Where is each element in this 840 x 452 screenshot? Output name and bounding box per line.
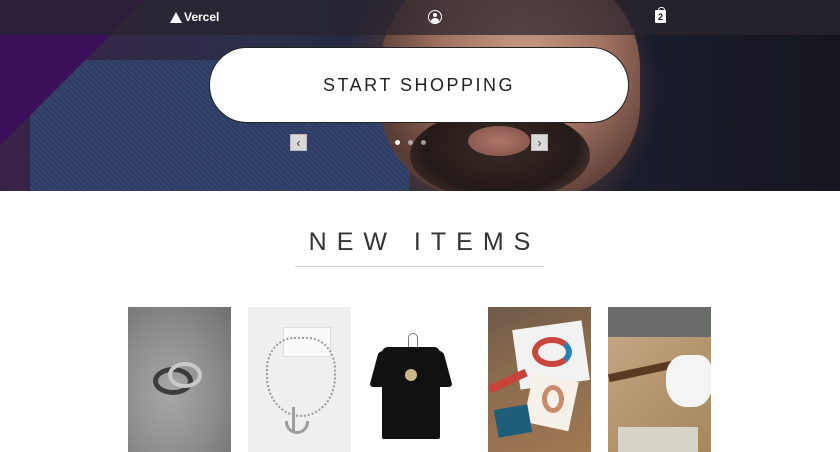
carousel-dot-3[interactable] bbox=[421, 140, 426, 145]
chevron-right-icon: › bbox=[537, 135, 542, 150]
carousel-next-button[interactable]: › bbox=[531, 134, 548, 151]
new-items-title: NEW ITEMS bbox=[308, 228, 541, 256]
prints-photo-swirl bbox=[532, 337, 572, 367]
prints-photo-book bbox=[493, 404, 533, 438]
tshirt-photo-logo-badge bbox=[405, 369, 417, 381]
carousel-prev-button[interactable]: ‹ bbox=[290, 134, 307, 151]
product-card-necklace[interactable] bbox=[248, 307, 351, 452]
prints-photo-number-six bbox=[542, 385, 564, 413]
cart-bag-icon[interactable]: 2 bbox=[655, 7, 666, 23]
product-card-guitar[interactable] bbox=[608, 307, 711, 452]
carousel-dot-1[interactable] bbox=[395, 140, 400, 145]
top-navigation-bar: Vercel 2 bbox=[0, 0, 840, 35]
guitar-photo-sheet bbox=[618, 427, 698, 452]
guitar-photo-body bbox=[666, 355, 711, 407]
product-card-tshirt[interactable] bbox=[368, 307, 471, 452]
account-icon-head bbox=[432, 13, 437, 17]
account-icon[interactable] bbox=[428, 10, 442, 24]
carousel-dots bbox=[395, 140, 426, 145]
product-card-ring[interactable] bbox=[128, 307, 231, 452]
guitar-photo-background-board bbox=[608, 307, 711, 337]
cart-count-badge: 2 bbox=[657, 12, 663, 22]
logo-text: Vercel bbox=[184, 10, 220, 24]
tshirt-photo-body bbox=[382, 347, 440, 439]
product-card-prints[interactable] bbox=[488, 307, 591, 452]
new-items-divider bbox=[295, 266, 544, 267]
start-shopping-button[interactable]: START SHOPPING bbox=[209, 47, 629, 123]
necklace-photo-anchor bbox=[285, 407, 309, 434]
carousel-dot-2[interactable] bbox=[408, 140, 413, 145]
hero-banner: Vercel 2 START SHOPPING ‹ › bbox=[0, 0, 840, 191]
necklace-photo-chain bbox=[266, 337, 336, 417]
account-icon-body bbox=[430, 18, 439, 23]
vercel-logo-link[interactable]: Vercel bbox=[170, 10, 219, 24]
ring-photo-silver-band bbox=[168, 362, 202, 388]
chevron-left-icon: ‹ bbox=[296, 135, 301, 150]
vercel-triangle-icon bbox=[170, 11, 182, 23]
